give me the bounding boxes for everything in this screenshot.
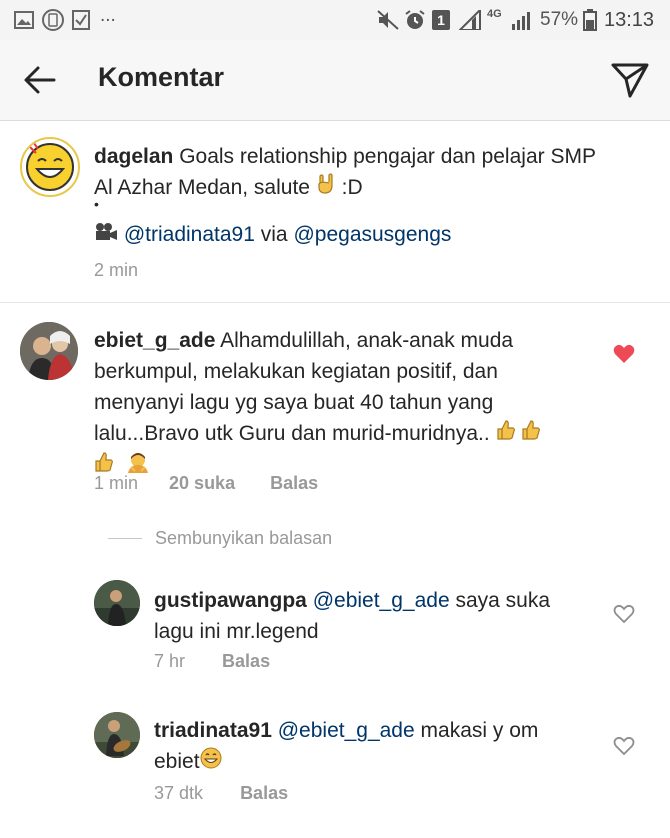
alarm-icon: [405, 10, 425, 29]
sim-notification-icon: [42, 9, 64, 31]
heart-outline-icon[interactable]: [613, 604, 635, 624]
battery-icon: [583, 9, 597, 31]
thumbs-up-emoji-icon: [496, 419, 516, 450]
avatar-dagelan[interactable]: [20, 137, 80, 197]
more-notifications: ...: [100, 5, 116, 26]
user-photo-icon: [94, 580, 140, 626]
heart-outline-icon[interactable]: [613, 736, 635, 756]
reply-meta: 37 dtk Balas: [154, 783, 288, 804]
movie-camera-emoji-icon: [94, 220, 118, 251]
checklist-notification-icon: [72, 10, 90, 30]
reply-line-1: makasi y om: [420, 719, 539, 742]
reply-mention[interactable]: @ebiet_g_ade: [278, 719, 415, 742]
user-photo-icon: [20, 322, 78, 380]
signal-2-icon: [512, 12, 530, 30]
reply-button[interactable]: Balas: [240, 783, 288, 803]
mention-pegasusgengs[interactable]: @pegasusgengs: [293, 223, 451, 246]
header: Komentar: [0, 40, 670, 121]
page-title: Komentar: [98, 62, 225, 92]
mute-icon: [377, 10, 399, 30]
signal-1-icon: [458, 10, 481, 30]
battery-percent: 57%: [540, 9, 579, 30]
user-photo-icon: [94, 712, 140, 758]
reply-time: 7 hr: [154, 651, 186, 671]
network-type: 4G: [487, 8, 502, 20]
rock-on-emoji-icon: [316, 173, 336, 204]
reply-time: 37 dtk: [154, 783, 204, 803]
reply-button[interactable]: Balas: [222, 651, 270, 671]
credit-via: via: [260, 223, 288, 246]
comment-line-2: berkumpul, melakukan kegiatan positif, d…: [94, 360, 498, 383]
laughing-face-icon: [26, 142, 74, 191]
reply-username[interactable]: triadinata91: [154, 719, 272, 742]
clock: 13:13: [604, 9, 655, 31]
comment-likes[interactable]: 20 suka: [169, 473, 235, 493]
comment-text: ebiet_g_ade Alhamdulillah, anak-anak mud…: [94, 325, 624, 482]
divider: [0, 302, 670, 303]
reply-line-2: lagu ini mr.legend: [154, 620, 319, 643]
avatar-triadinata91[interactable]: [94, 712, 140, 758]
reply-text: triadinata91 @ebiet_g_ade makasi y om eb…: [154, 715, 594, 778]
comment-line-3: menyanyi lagu yg saya buat 40 tahun yang: [94, 391, 494, 414]
comment-line-4: lalu...Bravo utk Guru dan murid-muridnya…: [94, 422, 490, 445]
reply-line-2: ebiet: [154, 750, 200, 773]
reply-username[interactable]: gustipawangpa: [154, 589, 307, 612]
status-bar: ... 1 4G 57% 13:13: [0, 0, 670, 40]
comment-time: 1 min: [94, 473, 139, 493]
reply-mention[interactable]: @ebiet_g_ade: [313, 589, 450, 612]
caption-text: dagelan Goals relationship pengajar dan …: [94, 141, 614, 204]
caption-username[interactable]: dagelan: [94, 145, 173, 168]
reply-text: gustipawangpa @ebiet_g_ade saya suka lag…: [154, 585, 594, 647]
reply-meta: 7 hr Balas: [154, 651, 270, 672]
gallery-notification-icon: [14, 11, 34, 29]
caption-credit: @triadinata91 via @pegasusgengs: [94, 219, 451, 251]
grinning-emoji-icon: [200, 747, 222, 778]
back-arrow-icon[interactable]: [22, 62, 58, 98]
direct-send-icon[interactable]: [610, 60, 650, 100]
thumbs-up-emoji-icon: [521, 419, 541, 450]
reply-line-1: saya suka: [455, 589, 551, 612]
caption-time: 2 min: [94, 260, 139, 280]
caption-bullet: •: [94, 196, 99, 212]
hide-replies-button[interactable]: Sembunyikan balasan: [155, 528, 332, 549]
comment-line-1: Alhamdulillah, anak-anak muda: [220, 329, 514, 352]
heart-liked-icon[interactable]: [613, 344, 635, 364]
avatar-gustipawangpa[interactable]: [94, 580, 140, 626]
hide-replies-line: [108, 538, 142, 539]
mention-triadinata91[interactable]: @triadinata91: [124, 223, 255, 246]
comment-username[interactable]: ebiet_g_ade: [94, 329, 215, 352]
caption-suffix: :D: [341, 176, 363, 199]
reply-button[interactable]: Balas: [270, 473, 318, 493]
sim-badge: 1: [432, 10, 450, 30]
comment-meta: 1 min 20 suka Balas: [94, 473, 318, 494]
avatar-ebiet_g_ade[interactable]: [20, 322, 78, 380]
